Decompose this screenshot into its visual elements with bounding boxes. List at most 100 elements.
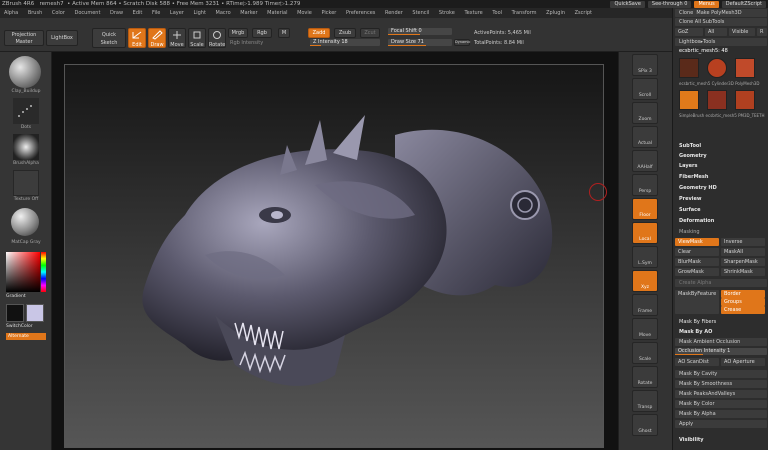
masking-section[interactable]: Masking xyxy=(675,228,767,236)
clone-button[interactable]: Clone Make PolyMesh3D xyxy=(675,9,767,17)
mask-all-button[interactable]: MaskAll xyxy=(721,248,765,256)
ao-aperture-slider[interactable]: AO Aperture xyxy=(721,358,765,366)
document-canvas[interactable] xyxy=(52,52,618,450)
lightbox-tools-button[interactable]: Lightbox▸Tools xyxy=(675,38,767,46)
tool-thumb-mesh[interactable] xyxy=(679,58,699,78)
texture-thumbnail[interactable] xyxy=(13,170,39,196)
fibermesh-section[interactable]: FiberMesh xyxy=(675,173,767,181)
surface-section[interactable]: Surface xyxy=(675,206,767,214)
menu-tool[interactable]: Tool xyxy=(488,8,506,18)
color-square[interactable] xyxy=(6,252,40,292)
stroke-thumbnail[interactable] xyxy=(13,98,39,124)
zadd-button[interactable]: Zadd xyxy=(308,28,330,38)
transp-button[interactable]: Transp xyxy=(632,390,658,412)
rotate-button[interactable]: Rotate xyxy=(208,28,226,48)
menu-stencil[interactable]: Stencil xyxy=(408,8,433,18)
zsub-button[interactable]: Zsub xyxy=(334,28,356,38)
apply-button[interactable]: Apply xyxy=(675,420,767,428)
border-button[interactable]: Border xyxy=(721,290,765,298)
draw-button[interactable]: Draw xyxy=(148,28,166,48)
scroll-button[interactable]: Scroll xyxy=(632,78,658,100)
all-button[interactable]: All xyxy=(705,28,727,36)
mrgb-button[interactable]: Mrgb xyxy=(228,28,248,38)
mask-by-smoothness-button[interactable]: Mask By Smoothness xyxy=(675,380,767,388)
goz-button[interactable]: GoZ xyxy=(675,28,703,36)
m-button[interactable]: M xyxy=(278,28,290,38)
alpha-thumbnail[interactable] xyxy=(13,134,39,160)
mask-by-color-button[interactable]: Mask By Color xyxy=(675,400,767,408)
tool-thumb-polymesh[interactable] xyxy=(735,58,755,78)
geometry-hd-section[interactable]: Geometry HD xyxy=(675,184,767,192)
ao-scandist-slider[interactable]: AO ScanDist xyxy=(675,358,719,366)
mask-by-feature-button[interactable]: MaskByFeature xyxy=(675,290,719,314)
menu-marker[interactable]: Marker xyxy=(236,8,261,18)
menu-draw[interactable]: Draw xyxy=(106,8,127,18)
visible-button[interactable]: Visible xyxy=(729,28,755,36)
rgb-button[interactable]: Rgb xyxy=(252,28,272,38)
deformation-section[interactable]: Deformation xyxy=(675,217,767,225)
viewmask-button[interactable]: ViewMask xyxy=(675,238,719,246)
menu-file[interactable]: File xyxy=(148,8,164,18)
menu-transform[interactable]: Transform xyxy=(508,8,541,18)
subtool-section[interactable]: SubTool xyxy=(675,142,767,150)
clone-all-subtools-button[interactable]: Clone All SubTools xyxy=(675,18,767,26)
lsym-button[interactable]: L.Sym xyxy=(632,246,658,268)
mask-by-alpha-button[interactable]: Mask By Alpha xyxy=(675,410,767,418)
zoom-button[interactable]: Zoom xyxy=(632,102,658,124)
viewport[interactable] xyxy=(64,64,607,449)
menu-zscript[interactable]: Zscript xyxy=(571,8,596,18)
frame-button[interactable]: Frame xyxy=(632,294,658,316)
hue-strip[interactable] xyxy=(41,252,46,292)
create-alpha-button[interactable]: Create Alpha xyxy=(675,279,767,287)
geometry-section[interactable]: Geometry xyxy=(675,152,767,160)
move-button[interactable]: Move xyxy=(168,28,186,48)
rgb-intensity-slider[interactable]: Rgb Intensity xyxy=(230,40,263,46)
spix-button[interactable]: SPix 3 xyxy=(632,54,658,76)
ghost-button[interactable]: Ghost xyxy=(632,414,658,436)
mask-by-cavity-button[interactable]: Mask By Cavity xyxy=(675,370,767,378)
edit-button[interactable]: Edit xyxy=(128,28,146,48)
mask-by-fibers-section[interactable]: Mask By Fibers xyxy=(675,318,767,326)
current-tool-name[interactable]: ecsbrtic_mesh5: 48 xyxy=(675,47,767,55)
mask-ambient-occlusion-button[interactable]: Mask Ambient Occlusion xyxy=(675,338,767,346)
menu-light[interactable]: Light xyxy=(189,8,209,18)
inverse-button[interactable]: Inverse xyxy=(721,238,765,246)
lightbox-button[interactable]: LightBox xyxy=(46,30,78,46)
floor-button[interactable]: Floor xyxy=(632,198,658,220)
persp-button[interactable]: Persp xyxy=(632,174,658,196)
menu-document[interactable]: Document xyxy=(71,8,105,18)
menu-macro[interactable]: Macro xyxy=(212,8,235,18)
layers-section[interactable]: Layers xyxy=(675,162,767,170)
menu-alpha[interactable]: Alpha xyxy=(0,8,22,18)
menu-edit[interactable]: Edit xyxy=(129,8,147,18)
alternate-button[interactable]: Alternate xyxy=(6,333,46,340)
groups-button[interactable]: Groups xyxy=(721,298,765,306)
menu-zplugin[interactable]: Zplugin xyxy=(542,8,569,18)
gradient-label[interactable]: Gradient xyxy=(0,294,52,299)
clear-mask-button[interactable]: Clear xyxy=(675,248,719,256)
quicksave-button[interactable]: QuickSave xyxy=(610,0,645,8)
mask-peaks-valleys-button[interactable]: Mask PeaksAndValleys xyxy=(675,390,767,398)
color-picker[interactable] xyxy=(6,252,46,292)
menu-layer[interactable]: Layer xyxy=(166,8,188,18)
secondary-color-swatch[interactable] xyxy=(26,304,44,322)
local-button[interactable]: Local xyxy=(632,222,658,244)
shrink-mask-button[interactable]: ShrinkMask xyxy=(721,268,765,276)
scale-view-button[interactable]: Scale xyxy=(632,342,658,364)
preview-section[interactable]: Preview xyxy=(675,195,767,203)
menu-material[interactable]: Material xyxy=(263,8,291,18)
menu-picker[interactable]: Picker xyxy=(317,8,340,18)
r-button[interactable]: R xyxy=(757,28,767,36)
visibility-section[interactable]: Visibility xyxy=(675,436,767,444)
grow-mask-button[interactable]: GrowMask xyxy=(675,268,719,276)
menu-texture[interactable]: Texture xyxy=(460,8,486,18)
menu-movie[interactable]: Movie xyxy=(293,8,316,18)
xyz-button[interactable]: Xyz xyxy=(632,270,658,292)
draw-size-slider[interactable]: Draw Size 71 xyxy=(388,39,452,46)
dragon-head-model[interactable] xyxy=(65,65,605,449)
tool-thumb-simplebrush[interactable] xyxy=(679,90,699,110)
switchcolor-button[interactable]: SwitchColor xyxy=(0,324,52,329)
z-intensity-slider[interactable]: Z Intensity 18 xyxy=(310,39,380,46)
tool-thumb-mesh2[interactable] xyxy=(707,90,727,110)
zcut-button[interactable]: Zcut xyxy=(360,28,380,38)
